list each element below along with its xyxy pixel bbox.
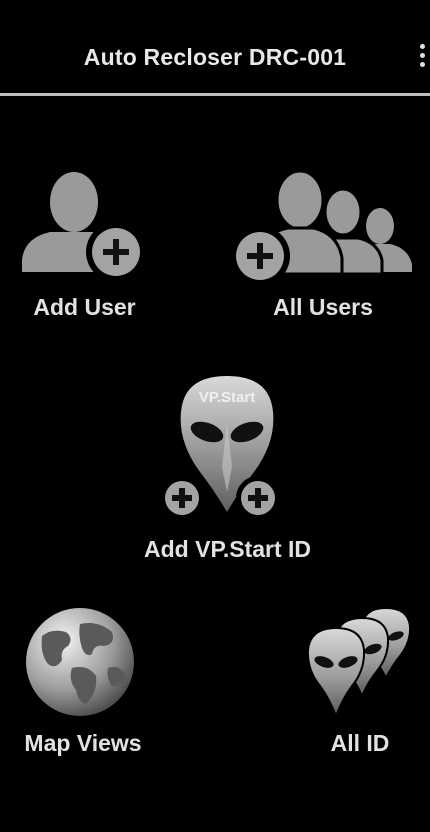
vpstart-alien-stack-icon bbox=[306, 606, 412, 719]
all-id-label: All ID bbox=[330, 730, 390, 756]
globe-icon bbox=[26, 608, 134, 716]
add-user-label: Add User bbox=[33, 294, 136, 320]
add-vpstart-id-button[interactable]: VP.Start Add VP.Start ID bbox=[120, 372, 335, 568]
map-views-label: Map Views bbox=[24, 730, 142, 756]
all-users-label: All Users bbox=[273, 294, 373, 320]
more-vert-icon[interactable] bbox=[416, 40, 430, 72]
app-bar-divider bbox=[0, 93, 430, 96]
add-vpstart-id-label: Add VP.Start ID bbox=[144, 536, 311, 562]
add-user-icon bbox=[22, 172, 146, 282]
add-user-button[interactable]: Add User bbox=[12, 168, 157, 328]
app-title: Auto Recloser DRC-001 bbox=[83, 44, 347, 70]
all-id-button[interactable]: All ID bbox=[300, 604, 420, 766]
app-screen: Auto Recloser DRC-001 Add User All Users… bbox=[0, 0, 430, 832]
all-users-button[interactable]: All Users bbox=[228, 168, 418, 328]
vpstart-icon-text: VP.Start bbox=[199, 389, 255, 406]
vpstart-alien-add-icon: VP.Start bbox=[160, 376, 280, 520]
all-users-icon bbox=[230, 169, 412, 286]
map-views-button[interactable]: Map Views bbox=[8, 606, 158, 766]
app-bar: Auto Recloser DRC-001 bbox=[0, 0, 430, 93]
